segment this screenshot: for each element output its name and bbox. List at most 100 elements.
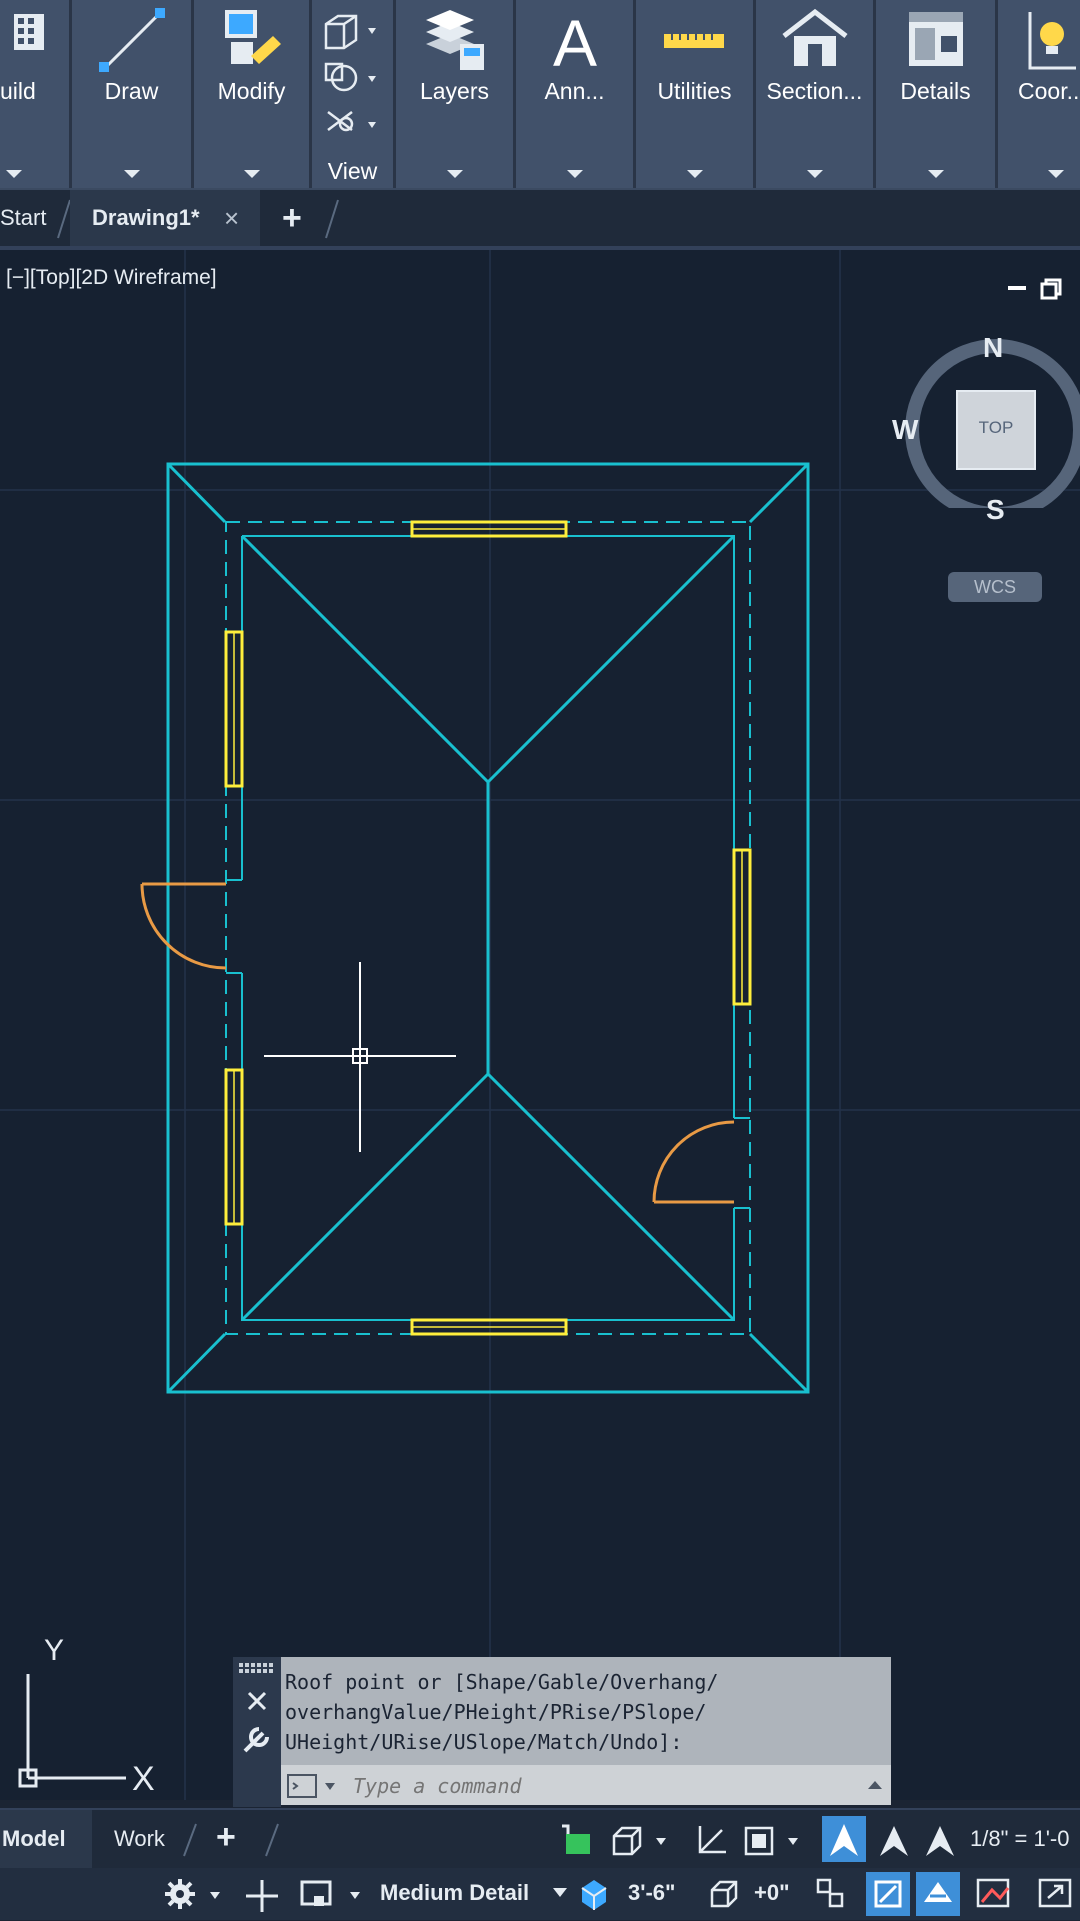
command-line-controls xyxy=(239,1663,273,1753)
drawing-viewport[interactable]: TOP N S W WCS Y X xyxy=(0,250,1080,1800)
elevation-icon[interactable] xyxy=(576,1876,612,1912)
restore-icon[interactable] xyxy=(1040,278,1062,300)
model-space-icon[interactable] xyxy=(558,1822,594,1858)
ribbon-panel-label: Details xyxy=(900,78,971,104)
new-tab-plus-icon[interactable]: + xyxy=(282,190,302,246)
plus-icon[interactable] xyxy=(244,1878,280,1914)
ortho-icon[interactable] xyxy=(692,1822,732,1858)
tab-divider xyxy=(265,1823,279,1857)
layers-icon xyxy=(425,10,484,70)
workspace-icon[interactable] xyxy=(298,1876,372,1912)
isolate-objects-icon xyxy=(874,1880,902,1908)
ribbon-panel-draw[interactable]: Draw xyxy=(72,0,194,188)
view-cube-icon[interactable] xyxy=(322,12,386,132)
offset-icon[interactable] xyxy=(706,1876,742,1912)
fullscreen-icon[interactable] xyxy=(1036,1874,1076,1914)
chevron-down-icon[interactable] xyxy=(552,1886,568,1900)
annotation-scale-toggle[interactable] xyxy=(822,1816,866,1862)
object-snap-icon[interactable] xyxy=(812,1876,848,1912)
ribbon-panel-modify[interactable]: Modify xyxy=(194,0,312,188)
viewport-scale-icon[interactable] xyxy=(740,1822,806,1858)
annotation-scale-icon xyxy=(830,1824,858,1856)
crosshair-cursor xyxy=(264,962,456,1152)
ribbon-panel-view[interactable]: View xyxy=(312,0,396,188)
viewport-label[interactable]: [−][Top][2D Wireframe] xyxy=(6,266,217,290)
elevation-value[interactable]: 3'-6" xyxy=(628,1880,675,1906)
compass-south[interactable]: S xyxy=(986,494,1005,526)
ucs-icon: Y X xyxy=(18,1634,155,1798)
chevron-down-icon[interactable] xyxy=(446,170,463,178)
tab-divider xyxy=(325,199,339,239)
viewcube[interactable]: TOP N S W xyxy=(892,332,1080,525)
viewcube-top-label: TOP xyxy=(978,418,1014,437)
hardware-acceleration-icon xyxy=(924,1882,952,1902)
wrench-icon[interactable] xyxy=(243,1727,269,1753)
chevron-down-icon[interactable] xyxy=(123,170,140,178)
ribbon-panel-label: Ann... xyxy=(544,78,605,104)
viewport-controls xyxy=(1008,278,1062,300)
command-input-bar xyxy=(281,1765,891,1805)
chevron-down-icon[interactable] xyxy=(1048,170,1064,178)
modify-icon xyxy=(224,10,281,64)
file-tab-bar: Start Drawing1* × + xyxy=(0,190,1080,250)
section-house-icon xyxy=(781,8,848,66)
ribbon-panel-label: Coor... xyxy=(1018,78,1080,104)
tab-drawing1-label: Drawing1* xyxy=(92,205,200,230)
display-objects-icon[interactable] xyxy=(608,1822,674,1858)
offset-value[interactable]: +0" xyxy=(754,1880,790,1906)
detail-status-bar: Medium Detail 3'-6" +0" xyxy=(0,1868,1080,1920)
close-icon[interactable]: × xyxy=(224,190,239,246)
doors xyxy=(140,882,735,1204)
ribbon-panel-build[interactable]: uild xyxy=(0,0,72,188)
detail-level-select[interactable]: Medium Detail xyxy=(380,1880,529,1906)
chevron-down-icon[interactable] xyxy=(927,170,944,178)
ribbon-panel-label: Utilities xyxy=(657,78,732,104)
chevron-down-icon[interactable] xyxy=(686,170,703,178)
minimize-icon[interactable] xyxy=(1008,286,1026,290)
tab-drawing1[interactable]: Drawing1* × xyxy=(70,190,260,246)
ribbon-panel-coordination[interactable]: Coor... xyxy=(998,0,1080,188)
chevron-down-icon[interactable] xyxy=(6,170,22,178)
viewcube-face[interactable]: TOP xyxy=(956,390,1036,470)
tab-work[interactable]: Work xyxy=(114,1826,165,1852)
annotation-scale-value[interactable]: 1/8" = 1'-0 xyxy=(970,1826,1069,1852)
isolate-objects-toggle[interactable] xyxy=(866,1872,910,1916)
compass-west[interactable]: W xyxy=(892,414,918,446)
ribbon-panel-annotation[interactable]: A Ann... xyxy=(516,0,636,188)
ribbon-panel-label: Modify xyxy=(217,78,286,104)
ucs-x-label: X xyxy=(132,1760,155,1798)
chevron-down-icon[interactable] xyxy=(806,170,823,178)
ribbon-panel-label: Layers xyxy=(419,78,490,104)
ribbon-panel-section[interactable]: Section... xyxy=(756,0,876,188)
annotation-visibility-icon[interactable] xyxy=(874,1820,914,1860)
tab-model-label: Model xyxy=(2,1826,66,1851)
ribbon-panel-label: uild xyxy=(0,78,36,104)
tab-model[interactable]: Model xyxy=(0,1810,92,1868)
command-input[interactable] xyxy=(351,1769,855,1803)
new-layout-plus-icon[interactable]: + xyxy=(216,1818,236,1857)
ucs-y-label: Y xyxy=(44,1634,64,1667)
tab-start[interactable]: Start xyxy=(0,190,46,246)
close-icon[interactable] xyxy=(247,1691,267,1711)
ribbon-panel-utilities[interactable]: Utilities xyxy=(636,0,756,188)
grip-dots-icon[interactable] xyxy=(239,1663,273,1673)
details-icon xyxy=(908,12,963,66)
clean-screen-icon[interactable] xyxy=(974,1874,1014,1914)
line-draw-icon xyxy=(98,8,165,72)
ribbon-panel-layers[interactable]: Layers xyxy=(396,0,516,188)
command-history: Roof point or [Shape/Gable/Overhang/ ove… xyxy=(281,1657,891,1765)
hardware-acceleration-toggle[interactable] xyxy=(916,1872,960,1916)
command-line-grip[interactable] xyxy=(233,1657,281,1807)
ribbon: uild Draw Modify View Layers A Ann... Ut… xyxy=(0,0,1080,190)
wcs-menu[interactable]: WCS xyxy=(948,572,1042,602)
ruler-icon xyxy=(663,34,724,48)
auto-scale-icon[interactable] xyxy=(920,1820,960,1860)
build-icon xyxy=(14,14,44,50)
gear-icon[interactable] xyxy=(162,1876,228,1912)
compass-north[interactable]: N xyxy=(983,332,1003,364)
command-prompt-icon[interactable] xyxy=(287,1773,347,1799)
chevron-down-icon[interactable] xyxy=(243,170,260,178)
ribbon-panel-details[interactable]: Details xyxy=(876,0,998,188)
chevron-up-icon[interactable] xyxy=(867,1779,883,1791)
chevron-down-icon[interactable] xyxy=(566,170,583,178)
